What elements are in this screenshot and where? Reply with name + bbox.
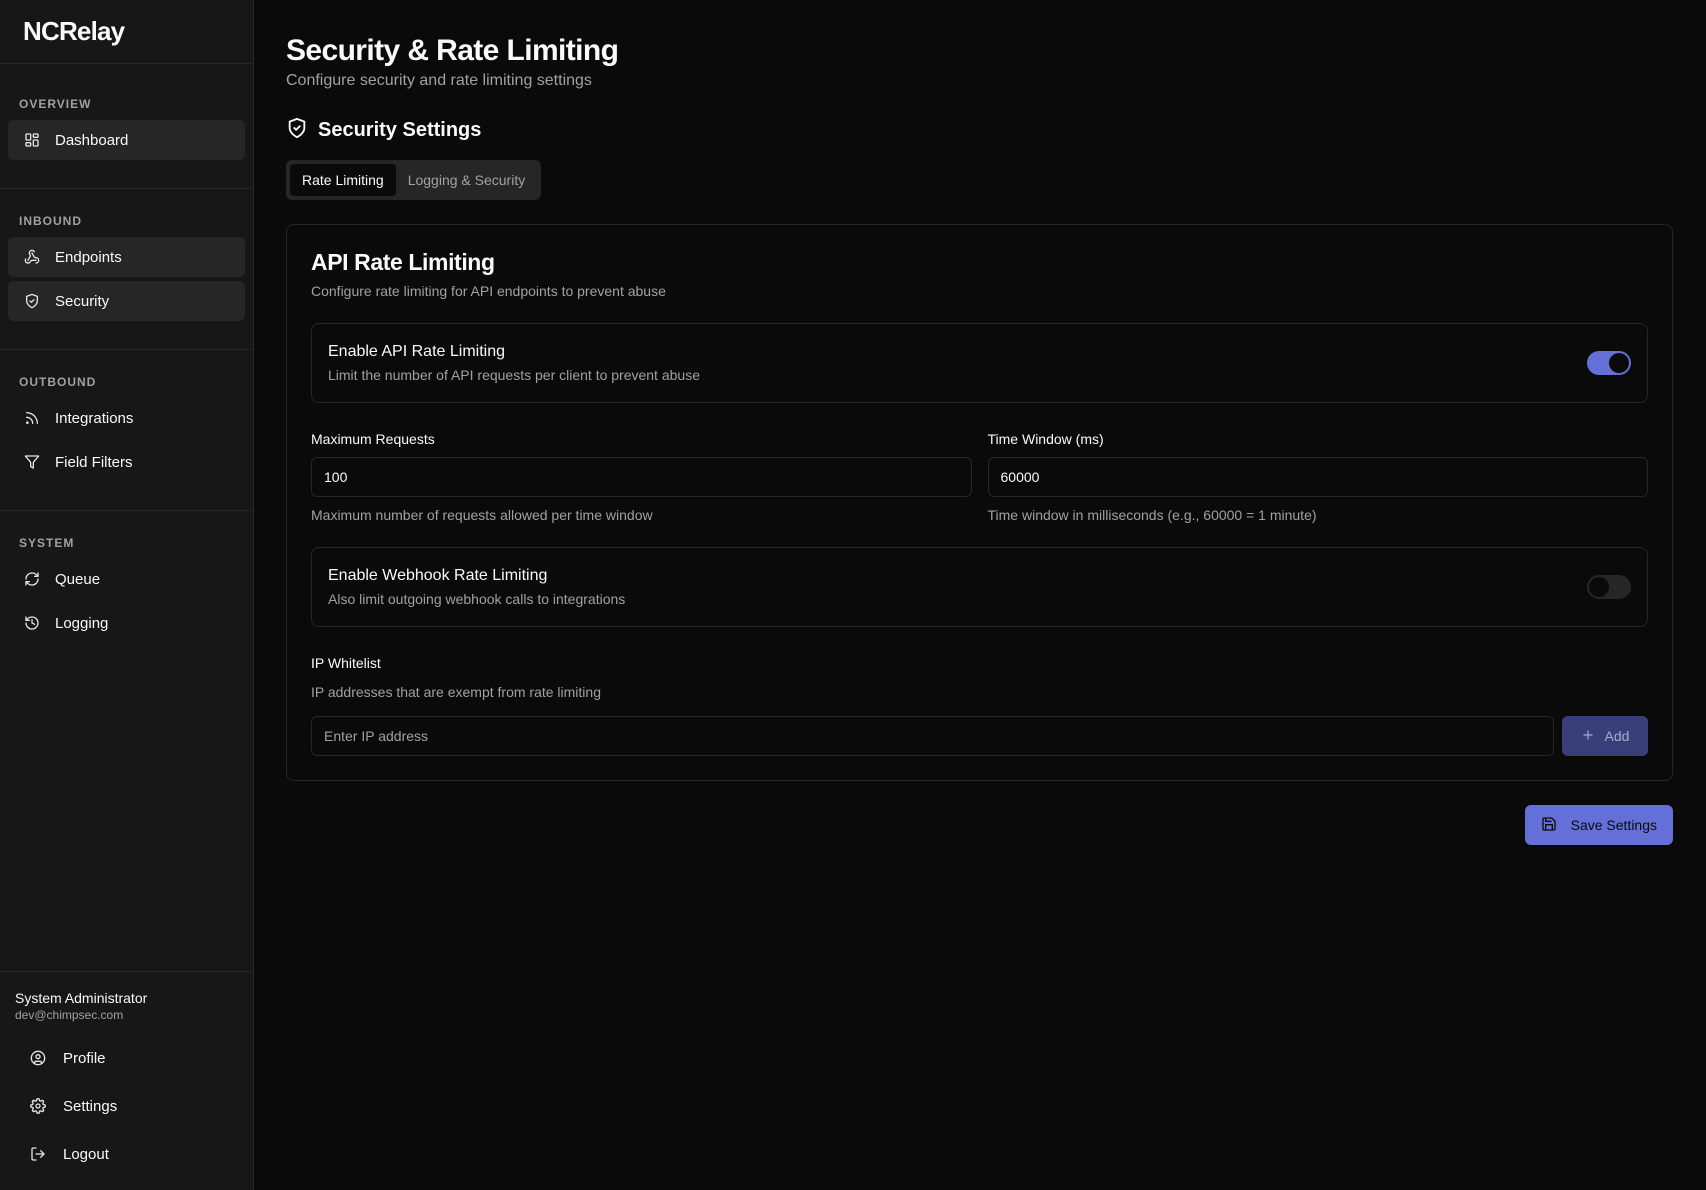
- sidebar-item-logging[interactable]: Logging: [8, 603, 245, 643]
- ip-address-input[interactable]: [311, 716, 1554, 756]
- max-requests-input[interactable]: [311, 457, 972, 497]
- user-panel: System Administrator dev@chimpsec.com Pr…: [0, 971, 253, 1190]
- time-window-input[interactable]: [987, 457, 1648, 497]
- save-actions: Save Settings: [286, 805, 1673, 845]
- app-root: NCRelay OVERVIEW Dashboard INBOUND Endpo…: [0, 0, 1706, 1190]
- save-icon: [1541, 816, 1557, 835]
- settings-tabs: Rate Limiting Logging & Security: [286, 160, 542, 200]
- sidebar-item-label: Logging: [55, 614, 109, 632]
- nav-group-overview: OVERVIEW Dashboard: [0, 94, 253, 160]
- nav-group-outbound: OUTBOUND Integrations Field Filters: [0, 349, 253, 482]
- api-rate-limit-switch[interactable]: [1587, 351, 1631, 375]
- ip-whitelist-label: IP Whitelist: [311, 655, 381, 671]
- plus-icon: [1581, 728, 1595, 745]
- sidebar-item-label: Integrations: [55, 409, 134, 427]
- refresh-icon: [24, 571, 40, 587]
- add-ip-button-label: Add: [1604, 728, 1630, 744]
- time-window-help: Time window in milliseconds (e.g., 60000…: [987, 507, 1317, 523]
- sidebar: NCRelay OVERVIEW Dashboard INBOUND Endpo…: [0, 0, 254, 1190]
- max-requests-label: Maximum Requests: [311, 431, 435, 447]
- tab-rate-limiting[interactable]: Rate Limiting: [290, 164, 396, 196]
- page-title: Security & Rate Limiting: [286, 34, 619, 67]
- api-rate-limit-title: Enable API Rate Limiting: [328, 343, 505, 360]
- logout-link[interactable]: Logout: [15, 1130, 238, 1178]
- group-label: INBOUND: [19, 214, 82, 228]
- webhook-rate-limit-description: Also limit outgoing webhook calls to int…: [328, 591, 626, 607]
- time-window-field-group: Time Window (ms) Time window in millisec…: [987, 431, 1648, 523]
- api-rate-limit-row: Enable API Rate Limiting Limit the numbe…: [311, 323, 1648, 403]
- group-label: OUTBOUND: [19, 375, 97, 389]
- api-rate-limit-description: Limit the number of API requests per cli…: [328, 367, 700, 383]
- webhook-rate-limit-switch[interactable]: [1587, 575, 1631, 599]
- webhook-rate-limit-title: Enable Webhook Rate Limiting: [328, 567, 548, 584]
- sidebar-item-label: Queue: [55, 570, 101, 588]
- rss-icon: [24, 410, 40, 426]
- nav-group-inbound: INBOUND Endpoints Security: [0, 188, 253, 321]
- sidebar-item-label: Field Filters: [55, 453, 133, 471]
- profile-link-label: Profile: [63, 1049, 106, 1067]
- rate-limiting-card: API Rate Limiting Configure rate limitin…: [286, 224, 1673, 781]
- group-label: OVERVIEW: [19, 97, 92, 111]
- page-subtitle: Configure security and rate limiting set…: [286, 72, 592, 89]
- add-ip-button[interactable]: Add: [1562, 716, 1648, 756]
- webhook-rate-limit-row: Enable Webhook Rate Limiting Also limit …: [311, 547, 1648, 627]
- section-title: Security Settings: [318, 119, 482, 141]
- section-header: Security Settings: [286, 117, 1675, 144]
- switch-knob: [1589, 577, 1609, 597]
- sidebar-nav: OVERVIEW Dashboard INBOUND Endpoints Sec…: [0, 64, 253, 971]
- group-label: SYSTEM: [19, 536, 75, 550]
- save-settings-button[interactable]: Save Settings: [1524, 805, 1673, 845]
- time-window-label: Time Window (ms): [987, 431, 1104, 447]
- sidebar-item-label: Endpoints: [55, 248, 122, 266]
- nav-group-system: SYSTEM Queue Logging: [0, 510, 253, 643]
- main-content: Security & Rate Limiting Configure secur…: [254, 0, 1706, 1190]
- sidebar-item-endpoints[interactable]: Endpoints: [8, 237, 245, 277]
- sidebar-item-integrations[interactable]: Integrations: [8, 398, 245, 438]
- sidebar-item-field-filters[interactable]: Field Filters: [8, 442, 245, 482]
- save-settings-label: Save Settings: [1570, 817, 1657, 833]
- webhook-rate-limit-text: Enable Webhook Rate Limiting Also limit …: [328, 567, 625, 607]
- user-name: System Administrator: [15, 990, 148, 1006]
- logout-link-label: Logout: [63, 1145, 109, 1163]
- sidebar-item-dashboard[interactable]: Dashboard: [8, 120, 245, 160]
- sidebar-item-queue[interactable]: Queue: [8, 559, 245, 599]
- user-links: Profile Settings Logout: [15, 1034, 238, 1178]
- max-requests-help: Maximum number of requests allowed per t…: [311, 507, 653, 523]
- api-rate-limit-text: Enable API Rate Limiting Limit the numbe…: [328, 343, 700, 383]
- card-title: API Rate Limiting: [311, 249, 495, 275]
- sidebar-item-label: Dashboard: [55, 131, 129, 149]
- webhook-icon: [24, 249, 40, 265]
- brand-logo[interactable]: NCRelay: [0, 0, 253, 64]
- gear-icon: [30, 1098, 46, 1114]
- settings-link-label: Settings: [63, 1097, 118, 1115]
- layout-dashboard-icon: [24, 132, 40, 148]
- user-email: dev@chimpsec.com: [15, 1008, 124, 1022]
- ip-whitelist-row: Add: [311, 716, 1648, 756]
- shield-icon: [24, 293, 40, 309]
- user-circle-icon: [30, 1050, 46, 1066]
- history-icon: [24, 615, 40, 631]
- sidebar-item-security[interactable]: Security: [8, 281, 245, 321]
- sidebar-item-label: Security: [55, 292, 110, 310]
- max-requests-field-group: Maximum Requests Maximum number of reque…: [311, 431, 972, 523]
- settings-link[interactable]: Settings: [15, 1082, 238, 1130]
- tab-logging-security[interactable]: Logging & Security: [396, 164, 538, 196]
- limit-fields: Maximum Requests Maximum number of reque…: [311, 431, 1648, 523]
- card-description: Configure rate limiting for API endpoint…: [311, 283, 666, 299]
- shield-icon: [286, 117, 308, 144]
- switch-knob: [1609, 353, 1629, 373]
- profile-link[interactable]: Profile: [15, 1034, 238, 1082]
- filter-icon: [24, 454, 40, 470]
- logout-icon: [30, 1146, 46, 1162]
- ip-whitelist-description: IP addresses that are exempt from rate l…: [311, 684, 601, 700]
